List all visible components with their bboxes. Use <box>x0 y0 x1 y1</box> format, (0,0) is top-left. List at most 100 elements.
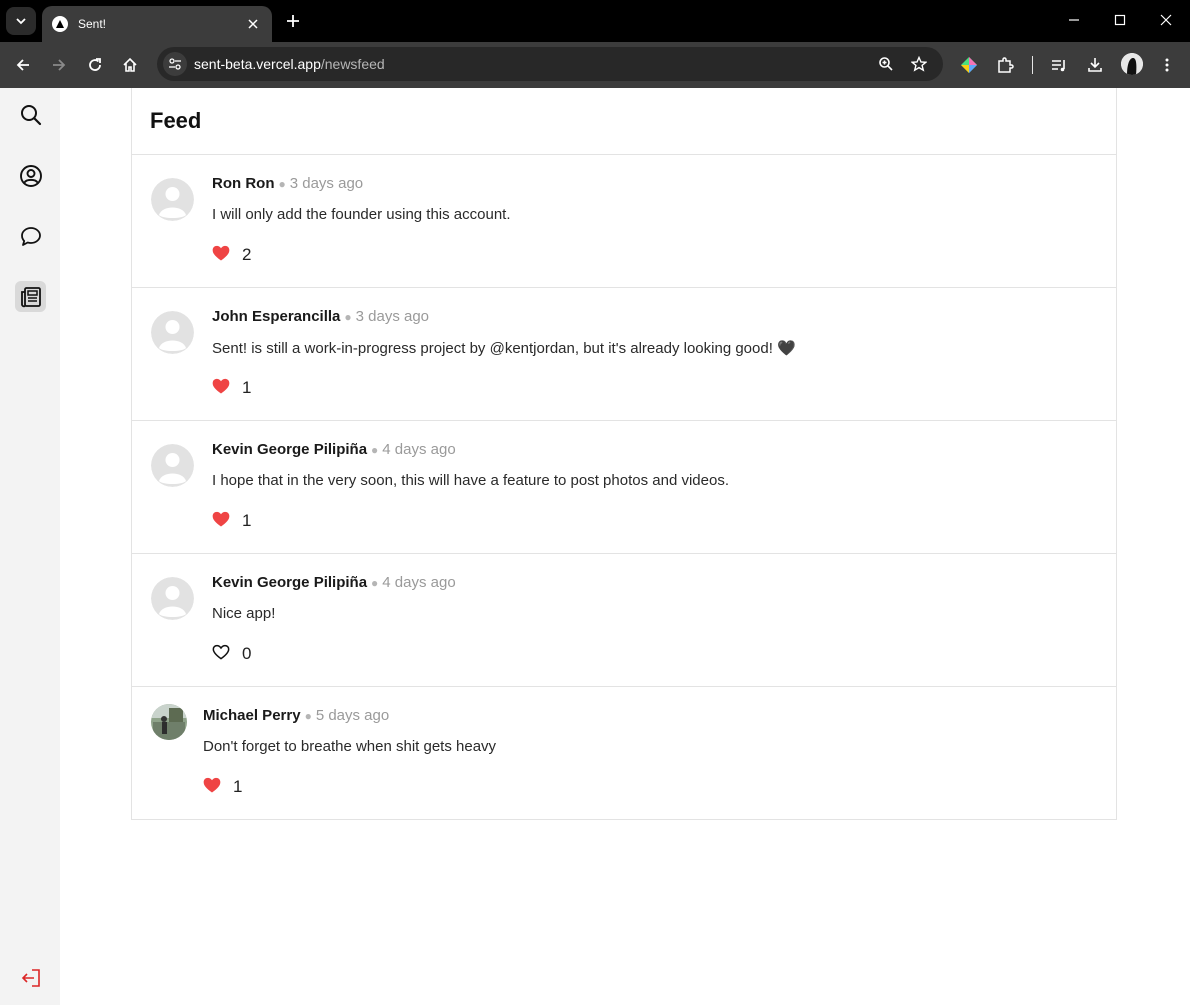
default-avatar-icon[interactable] <box>151 178 194 221</box>
heart-icon <box>211 509 231 534</box>
back-button[interactable] <box>9 51 37 79</box>
like-button[interactable] <box>201 776 223 798</box>
post-timestamp: 4 days ago <box>382 574 456 591</box>
post-author[interactable]: Kevin George Pilipiña <box>212 441 367 458</box>
post-header: Kevin George Pilipiña ● 4 days ago <box>212 441 456 458</box>
default-avatar-icon[interactable] <box>151 577 194 620</box>
new-tab-button[interactable] <box>281 9 305 33</box>
logout-icon <box>21 968 40 987</box>
like-button[interactable] <box>210 244 232 266</box>
like-button[interactable] <box>210 377 232 399</box>
feed-post: Kevin George Pilipiña ● 4 days ago I hope t… <box>132 421 1116 554</box>
tab-search-button[interactable] <box>6 7 36 35</box>
plus-icon <box>287 15 299 27</box>
zoom-button[interactable] <box>874 52 898 76</box>
tune-icon <box>169 58 181 70</box>
url-text: sent-beta.vercel.app/newsfeed <box>194 56 385 72</box>
separator-dot: ● <box>371 576 379 590</box>
post-text: I hope that in the very soon, this will … <box>212 472 729 489</box>
sidebar-item-messages[interactable] <box>15 221 46 252</box>
sidebar-item-newsfeed[interactable] <box>15 281 46 312</box>
browser-window: Sent! sent-beta.vercel.app/newsfeed Feed… <box>0 0 1190 1005</box>
maximize-button[interactable] <box>1097 0 1143 40</box>
like-count: 1 <box>233 777 243 796</box>
arrow-left-icon <box>16 59 29 71</box>
post-timestamp: 5 days ago <box>315 707 390 724</box>
feed-panel: Feed Ron Ron ● 3 days ago I will only add t… <box>131 88 1117 820</box>
post-text: Don't forget to breathe when shit gets h… <box>203 738 497 755</box>
maximize-icon <box>1114 14 1126 26</box>
sidebar-item-profile[interactable] <box>15 160 46 191</box>
chat-icon <box>20 226 41 246</box>
extension-button[interactable] <box>955 51 983 79</box>
bookmark-button[interactable] <box>907 52 931 76</box>
extensions-menu-button[interactable] <box>991 51 1019 79</box>
minimize-button[interactable] <box>1051 0 1097 40</box>
browser-menu-button[interactable] <box>1153 51 1181 79</box>
download-icon <box>1088 58 1102 72</box>
feed-post: Ron Ron ● 3 days ago I will only add the fo… <box>132 155 1116 288</box>
like-button[interactable] <box>210 643 232 665</box>
playlist-icon <box>1052 60 1065 72</box>
address-bar[interactable]: sent-beta.vercel.app/newsfeed <box>157 47 943 81</box>
post-author[interactable]: Ron Ron <box>212 175 274 192</box>
like-row: 1 <box>201 776 242 798</box>
downloads-button[interactable] <box>1081 51 1109 79</box>
default-avatar-icon[interactable] <box>151 444 194 487</box>
like-row: 1 <box>210 377 251 399</box>
star-icon <box>911 56 927 72</box>
default-avatar-icon[interactable] <box>151 311 194 354</box>
forward-button[interactable] <box>45 51 73 79</box>
like-button[interactable] <box>210 510 232 532</box>
close-icon <box>1160 14 1172 26</box>
post-timestamp: 3 days ago <box>289 175 364 192</box>
close-icon <box>248 19 258 29</box>
like-row: 1 <box>210 510 251 532</box>
page-content: Feed Ron Ron ● 3 days ago I will only add t… <box>0 88 1190 1005</box>
post-text: Sent! is still a work-in-progress projec… <box>212 340 796 357</box>
logout-button[interactable] <box>15 962 46 993</box>
browser-tab[interactable]: Sent! <box>42 6 272 42</box>
toolbar-separator <box>1032 56 1033 74</box>
reload-button[interactable] <box>81 51 109 79</box>
post-author[interactable]: Kevin George Pilipiña <box>212 574 367 591</box>
separator-dot: ● <box>371 443 379 457</box>
sidebar <box>0 88 60 1005</box>
heart-icon <box>211 642 231 667</box>
heart-icon <box>211 243 231 268</box>
post-author[interactable]: Michael Perry <box>203 707 301 724</box>
post-timestamp: 3 days ago <box>355 308 430 325</box>
feed-post-list: Ron Ron ● 3 days ago I will only add the fo… <box>132 155 1116 820</box>
heart-icon <box>211 376 231 401</box>
profile-avatar[interactable] <box>1121 53 1143 75</box>
post-header: Michael Perry ● 5 days ago <box>203 707 389 724</box>
post-text: Nice app! <box>212 605 276 622</box>
site-info-button[interactable] <box>163 52 187 76</box>
arrow-right-icon <box>53 59 66 71</box>
media-control-button[interactable] <box>1045 51 1073 79</box>
tab-title: Sent! <box>78 17 107 31</box>
tab-close-button[interactable] <box>244 15 262 33</box>
separator-dot: ● <box>344 310 352 324</box>
post-text: I will only add the founder using this a… <box>212 206 511 223</box>
diamond-extension-icon <box>961 57 977 73</box>
like-row: 0 <box>210 643 251 665</box>
close-window-button[interactable] <box>1143 0 1189 40</box>
search-icon <box>20 104 41 125</box>
profile-avatar-icon <box>1121 53 1143 75</box>
url-host: sent-beta.vercel.app <box>194 56 321 72</box>
post-author[interactable]: John Esperancilla <box>212 308 340 325</box>
chevron-down-icon <box>16 18 26 25</box>
separator-dot: ● <box>304 709 312 723</box>
like-row: 2 <box>210 244 251 266</box>
feed-post: John Esperancilla ● 3 days ago Sent! is sti… <box>132 288 1116 421</box>
avatar[interactable] <box>151 704 187 740</box>
tab-strip: Sent! <box>0 0 1190 42</box>
separator-dot: ● <box>278 177 286 191</box>
post-timestamp: 4 days ago <box>382 441 456 458</box>
home-icon <box>123 57 137 72</box>
sidebar-item-search[interactable] <box>15 99 46 130</box>
home-button[interactable] <box>116 51 144 79</box>
reload-icon <box>89 58 101 71</box>
like-count: 2 <box>242 245 252 264</box>
